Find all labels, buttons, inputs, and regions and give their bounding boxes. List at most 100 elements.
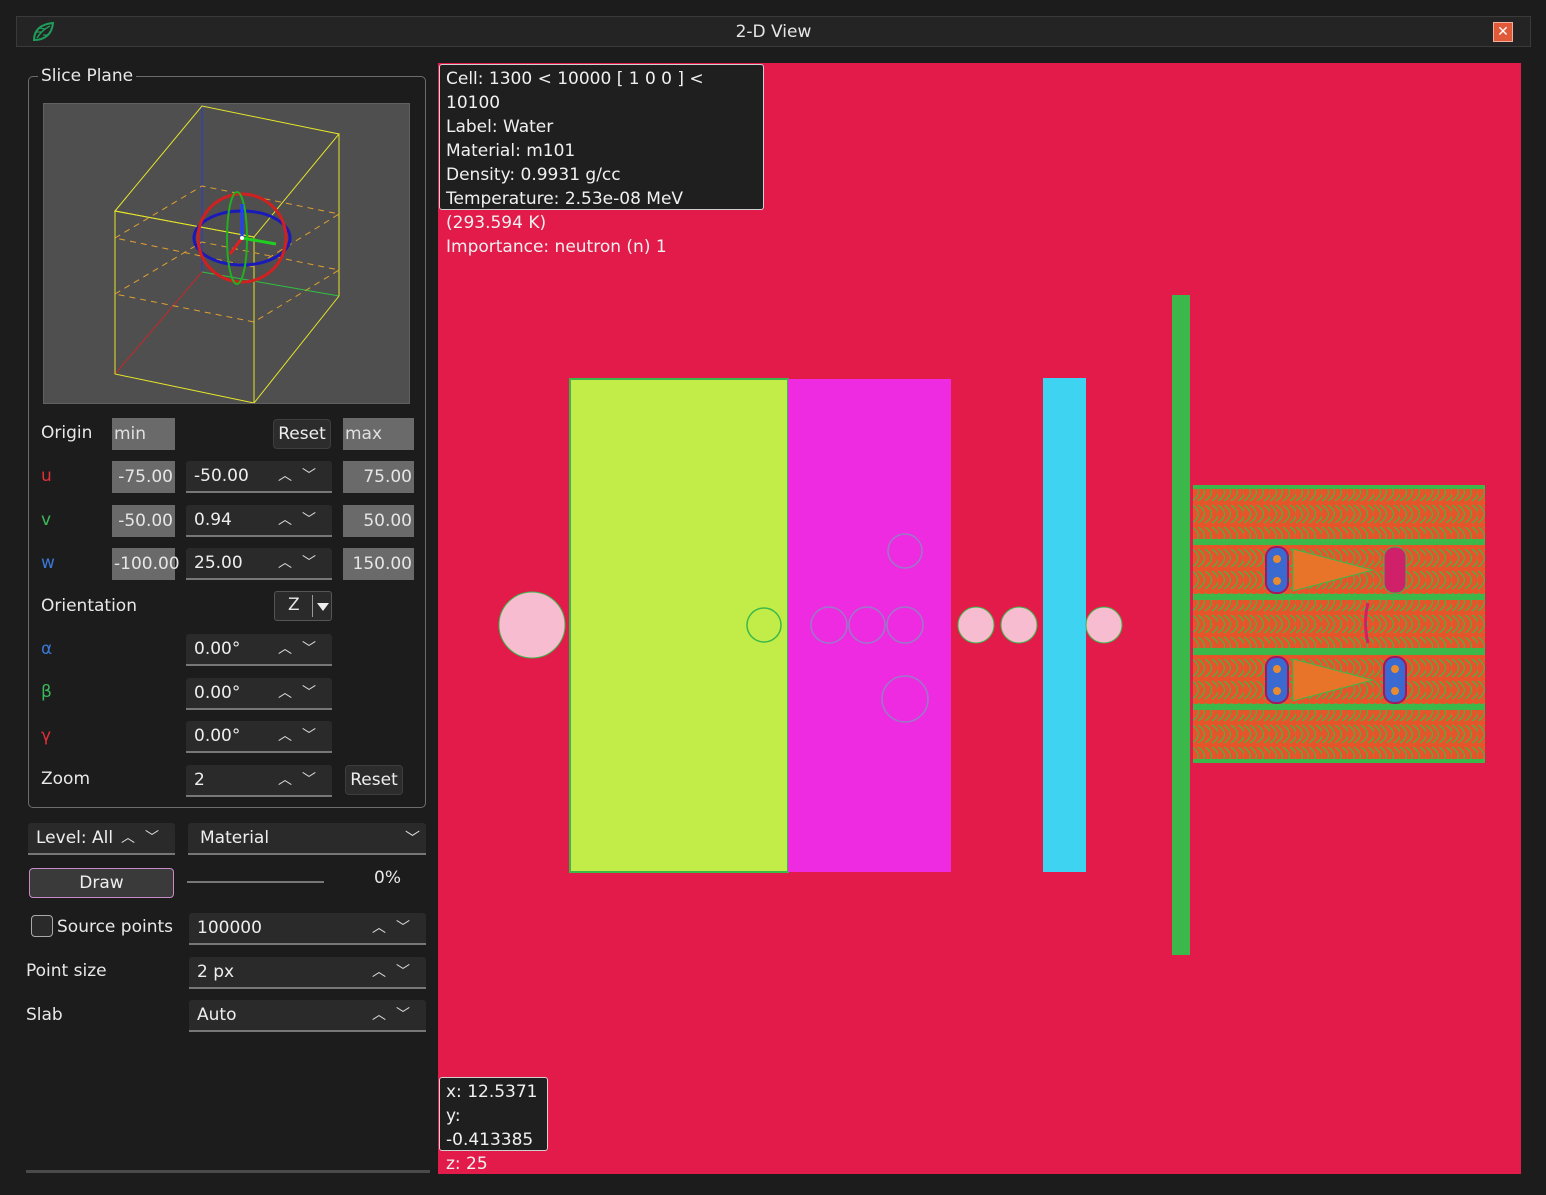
title-bar: 2-D View ✕ bbox=[16, 16, 1531, 47]
magenta-block bbox=[788, 379, 951, 872]
u-max-field: 75.00 bbox=[343, 461, 414, 493]
color-mode-select[interactable]: Material ﹀ bbox=[188, 823, 426, 855]
cursor-z: z: 25 bbox=[446, 1154, 488, 1174]
alpha-label: α bbox=[41, 639, 53, 659]
draw-progress-bar bbox=[187, 881, 324, 883]
min-header: min bbox=[112, 418, 175, 450]
decrement-icon[interactable]: ﹀ bbox=[396, 957, 420, 987]
decrement-icon[interactable]: ﹀ bbox=[145, 823, 169, 853]
temperature-line: Temperature: 2.53e-08 MeV (293.594 K) bbox=[446, 189, 684, 233]
w-value-text: 25.00 bbox=[194, 553, 243, 573]
sphere-small-1 bbox=[957, 606, 995, 644]
increment-icon[interactable]: ︿ bbox=[372, 1000, 396, 1030]
importance-line: Importance: neutron (n) 1 bbox=[446, 237, 667, 257]
panel-splitter[interactable] bbox=[26, 1170, 430, 1173]
u-value-spinbox[interactable]: -50.00 ︿﹀ bbox=[186, 461, 332, 493]
decrement-icon[interactable]: ﹀ bbox=[302, 765, 326, 795]
origin-reset-button[interactable]: Reset bbox=[273, 419, 331, 449]
sphere-small-3 bbox=[1085, 606, 1123, 644]
cyan-bar bbox=[1043, 378, 1086, 872]
increment-icon[interactable]: ︿ bbox=[278, 678, 302, 708]
cursor-x: x: 12.5371 bbox=[446, 1082, 538, 1102]
v-value-spinbox[interactable]: 0.94 ︿﹀ bbox=[186, 505, 332, 537]
decrement-icon[interactable]: ﹀ bbox=[396, 1000, 420, 1030]
increment-icon[interactable]: ︿ bbox=[372, 957, 396, 987]
level-value: Level: All bbox=[36, 828, 114, 848]
v-axis-label: v bbox=[41, 510, 52, 530]
material-line: Material: m101 bbox=[446, 141, 576, 161]
slab-spinbox[interactable]: Auto ︿﹀ bbox=[189, 1000, 426, 1032]
level-spinbox[interactable]: Level: All ︿﹀ bbox=[28, 823, 175, 855]
cell-line: Cell: 1300 < 10000 [ 1 0 0 ] < 10100 bbox=[446, 69, 704, 113]
increment-icon[interactable]: ︿ bbox=[372, 913, 396, 943]
zoom-label: Zoom bbox=[41, 769, 91, 789]
cell-info-tooltip: Cell: 1300 < 10000 [ 1 0 0 ] < 10100 Lab… bbox=[439, 64, 764, 257]
zoom-spinbox[interactable]: 2 ︿﹀ bbox=[186, 765, 332, 797]
lime-block bbox=[569, 378, 789, 873]
dropdown-arrow-icon[interactable] bbox=[317, 603, 329, 611]
point-size-label: Point size bbox=[26, 961, 107, 981]
max-header: max bbox=[343, 418, 414, 450]
progress-percent: 0% bbox=[374, 868, 401, 888]
beta-value: 0.00° bbox=[194, 683, 241, 703]
v-min-field: -50.00 bbox=[112, 505, 175, 537]
decrement-icon[interactable]: ﹀ bbox=[302, 461, 326, 491]
source-points-label: Source points bbox=[57, 917, 174, 937]
decrement-icon[interactable]: ﹀ bbox=[302, 678, 326, 708]
orientation-value: Z bbox=[288, 595, 300, 615]
close-button[interactable]: ✕ bbox=[1493, 22, 1513, 42]
green-wall bbox=[1172, 295, 1190, 955]
u-value-text: -50.00 bbox=[194, 466, 249, 486]
source-points-value: 100000 bbox=[197, 918, 262, 938]
source-points-checkbox[interactable] bbox=[31, 915, 53, 937]
orientation-label: Orientation bbox=[41, 596, 137, 616]
source-points-spinbox[interactable]: 100000 ︿﹀ bbox=[189, 913, 426, 945]
origin-label: Origin bbox=[41, 423, 93, 443]
slab-label: Slab bbox=[26, 1005, 63, 1025]
decrement-icon[interactable]: ﹀ bbox=[302, 548, 326, 578]
chevron-down-icon: ﹀ bbox=[404, 829, 420, 847]
increment-icon[interactable]: ︿ bbox=[278, 505, 302, 535]
point-size-value: 2 px bbox=[197, 962, 235, 982]
label-line: Label: Water bbox=[446, 117, 554, 137]
slab-value: Auto bbox=[197, 1005, 237, 1025]
zoom-reset-button[interactable]: Reset bbox=[345, 765, 403, 795]
gamma-spinbox[interactable]: 0.00° ︿﹀ bbox=[186, 721, 332, 753]
increment-icon[interactable]: ︿ bbox=[278, 721, 302, 751]
beta-label: β bbox=[41, 682, 52, 702]
slice-plane-preview[interactable] bbox=[43, 103, 410, 404]
increment-icon[interactable]: ︿ bbox=[278, 548, 302, 578]
orientation-cube-graphic bbox=[113, 105, 341, 404]
draw-button[interactable]: Draw bbox=[29, 868, 174, 898]
v-max-field: 50.00 bbox=[343, 505, 414, 537]
w-min-field: -100.00 bbox=[112, 548, 180, 580]
orientation-combo[interactable]: Z bbox=[274, 591, 332, 621]
increment-icon[interactable]: ︿ bbox=[278, 461, 302, 491]
w-axis-label: w bbox=[41, 553, 55, 573]
decrement-icon[interactable]: ﹀ bbox=[302, 505, 326, 535]
point-size-spinbox[interactable]: 2 px ︿﹀ bbox=[189, 957, 426, 989]
w-max-field: 150.00 bbox=[343, 548, 414, 580]
zoom-value: 2 bbox=[194, 770, 205, 790]
density-line: Density: 0.9931 g/cc bbox=[446, 165, 621, 185]
decrement-icon[interactable]: ﹀ bbox=[302, 721, 326, 751]
decrement-icon[interactable]: ﹀ bbox=[302, 634, 326, 664]
increment-icon[interactable]: ︿ bbox=[278, 765, 302, 795]
cursor-y: y: -0.413385 bbox=[446, 1106, 534, 1150]
gamma-label: γ bbox=[41, 726, 52, 746]
gamma-value: 0.00° bbox=[194, 726, 241, 746]
alpha-value: 0.00° bbox=[194, 639, 241, 659]
v-value-text: 0.94 bbox=[194, 510, 232, 530]
slice-plane-title: Slice Plane bbox=[38, 66, 137, 86]
beta-spinbox[interactable]: 0.00° ︿﹀ bbox=[186, 678, 332, 710]
u-min-field: -75.00 bbox=[112, 461, 175, 493]
window-title: 2-D View bbox=[735, 22, 812, 42]
alpha-spinbox[interactable]: 0.00° ︿﹀ bbox=[186, 634, 332, 666]
increment-icon[interactable]: ︿ bbox=[278, 634, 302, 664]
fuel-lattice bbox=[1193, 485, 1485, 763]
color-mode-value: Material bbox=[200, 828, 270, 848]
sphere-left bbox=[498, 591, 566, 659]
w-value-spinbox[interactable]: 25.00 ︿﹀ bbox=[186, 548, 332, 580]
decrement-icon[interactable]: ﹀ bbox=[396, 913, 420, 943]
increment-icon[interactable]: ︿ bbox=[121, 823, 145, 853]
